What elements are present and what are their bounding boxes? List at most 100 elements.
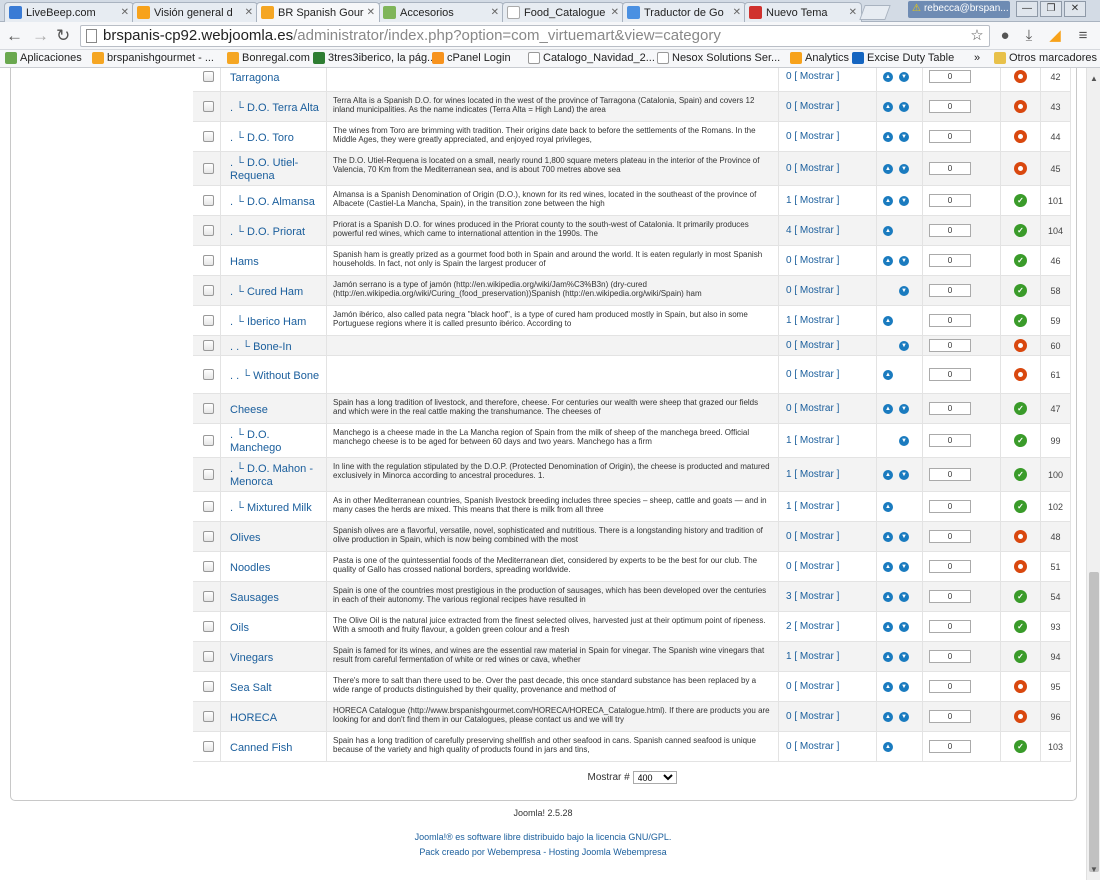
unpublished-icon[interactable] (1014, 530, 1027, 543)
browser-tab[interactable]: Food_Catalogue ✕ (502, 2, 624, 22)
tab-close-icon[interactable]: ✕ (121, 7, 129, 18)
ordering-input[interactable]: 0 (929, 402, 971, 415)
ordering-input[interactable]: 0 (929, 314, 971, 327)
move-down-icon[interactable]: ▼ (899, 712, 909, 722)
move-up-icon[interactable]: ▲ (883, 132, 893, 142)
show-products-link[interactable]: [ Mostrar ] (794, 285, 839, 296)
move-down-icon[interactable]: ▼ (899, 470, 909, 480)
published-check-icon[interactable]: ✓ (1014, 590, 1027, 603)
row-checkbox[interactable] (203, 501, 214, 512)
license-link[interactable]: Joomla!® es software libre distribuido b… (0, 832, 1086, 842)
unpublished-icon[interactable] (1014, 710, 1027, 723)
show-products-link[interactable]: [ Mostrar ] (794, 131, 839, 142)
move-up-icon[interactable]: ▲ (883, 622, 893, 632)
unpublished-icon[interactable] (1014, 368, 1027, 381)
row-checkbox[interactable] (203, 255, 214, 266)
published-check-icon[interactable]: ✓ (1014, 314, 1027, 327)
show-products-link[interactable]: [ Mostrar ] (794, 163, 839, 174)
row-checkbox[interactable] (203, 315, 214, 326)
show-products-link[interactable]: [ Mostrar ] (794, 591, 839, 602)
category-name-link[interactable]: Sausages (230, 592, 279, 605)
browser-tab[interactable]: LiveBeep.com ✕ (4, 2, 134, 22)
move-up-icon[interactable]: ▲ (883, 502, 893, 512)
browser-tab[interactable]: Nuevo Tema ✕ (744, 2, 862, 22)
category-name-link[interactable]: . └ D.O. Mahon - Menorca (230, 463, 322, 489)
move-down-icon[interactable]: ▼ (899, 622, 909, 632)
show-products-link[interactable]: [ Mostrar ] (794, 561, 839, 572)
category-name-link[interactable]: Tarragona (230, 72, 280, 85)
profile-badge[interactable]: ⚠ rebecca@brspan... (908, 1, 1010, 18)
category-name-link[interactable]: . └ D.O. Utiel-Requena (230, 157, 322, 183)
show-products-link[interactable]: [ Mostrar ] (794, 71, 839, 82)
show-products-link[interactable]: [ Mostrar ] (794, 711, 839, 722)
move-up-icon[interactable]: ▲ (883, 404, 893, 414)
close-window-icon[interactable]: ✕ (1064, 1, 1086, 17)
new-tab-button[interactable] (859, 5, 891, 20)
show-products-link[interactable]: [ Mostrar ] (794, 435, 839, 446)
minimize-icon[interactable]: — (1016, 1, 1038, 17)
category-name-link[interactable]: . └ Cured Ham (230, 286, 303, 299)
unpublished-icon[interactable] (1014, 70, 1027, 83)
unpublished-icon[interactable] (1014, 339, 1027, 352)
show-products-link[interactable]: [ Mostrar ] (794, 255, 839, 266)
published-check-icon[interactable]: ✓ (1014, 194, 1027, 207)
show-products-link[interactable]: [ Mostrar ] (794, 681, 839, 692)
move-up-icon[interactable]: ▲ (883, 256, 893, 266)
row-checkbox[interactable] (203, 195, 214, 206)
ordering-input[interactable]: 0 (929, 224, 971, 237)
bookmark-item[interactable]: Otros marcadores (994, 52, 1097, 64)
bookmark-item[interactable]: cPanel Login (432, 52, 511, 64)
unpublished-icon[interactable] (1014, 100, 1027, 113)
row-checkbox[interactable] (203, 469, 214, 480)
bookmark-item[interactable]: Bonregal.com (227, 52, 310, 64)
move-down-icon[interactable]: ▼ (899, 286, 909, 296)
maximize-icon[interactable]: ❐ (1040, 1, 1062, 17)
move-up-icon[interactable]: ▲ (883, 592, 893, 602)
show-products-link[interactable]: [ Mostrar ] (794, 469, 839, 480)
category-name-link[interactable]: Vinegars (230, 652, 273, 665)
bookmark-item[interactable]: Excise Duty Table (852, 52, 954, 64)
move-down-icon[interactable]: ▼ (899, 682, 909, 692)
published-check-icon[interactable]: ✓ (1014, 434, 1027, 447)
ordering-input[interactable]: 0 (929, 468, 971, 481)
ordering-input[interactable]: 0 (929, 368, 971, 381)
row-checkbox[interactable] (203, 131, 214, 142)
row-checkbox[interactable] (203, 591, 214, 602)
show-products-link[interactable]: [ Mostrar ] (794, 621, 839, 632)
reload-icon[interactable]: ↻ (56, 27, 70, 45)
show-products-link[interactable]: [ Mostrar ] (794, 315, 839, 326)
published-check-icon[interactable]: ✓ (1014, 254, 1027, 267)
category-name-link[interactable]: Canned Fish (230, 742, 292, 755)
row-checkbox[interactable] (203, 741, 214, 752)
ordering-input[interactable]: 0 (929, 162, 971, 175)
ordering-input[interactable]: 0 (929, 284, 971, 297)
move-down-icon[interactable]: ▼ (899, 562, 909, 572)
tab-close-icon[interactable]: ✕ (733, 7, 741, 18)
row-checkbox[interactable] (203, 531, 214, 542)
published-check-icon[interactable]: ✓ (1014, 402, 1027, 415)
ordering-input[interactable]: 0 (929, 130, 971, 143)
category-name-link[interactable]: . └ D.O. Manchego (230, 429, 322, 455)
browser-tab[interactable]: Accesorios ✕ (378, 2, 504, 22)
row-checkbox[interactable] (203, 369, 214, 380)
category-name-link[interactable]: . └ D.O. Toro (230, 132, 294, 145)
published-check-icon[interactable]: ✓ (1014, 500, 1027, 513)
move-down-icon[interactable]: ▼ (899, 132, 909, 142)
vertical-scrollbar[interactable]: ▲ ▼ (1086, 68, 1100, 880)
browser-tab[interactable]: Visión general d ✕ (132, 2, 258, 22)
move-up-icon[interactable]: ▲ (883, 102, 893, 112)
bookmark-item[interactable]: Catalogo_Navidad_2... (528, 52, 655, 64)
published-check-icon[interactable]: ✓ (1014, 468, 1027, 481)
category-name-link[interactable]: Oils (230, 622, 249, 635)
category-name-link[interactable]: . . └ Bone-In (230, 341, 292, 354)
show-products-link[interactable]: [ Mostrar ] (794, 651, 839, 662)
show-products-link[interactable]: [ Mostrar ] (794, 741, 839, 752)
ordering-input[interactable]: 0 (929, 100, 971, 113)
star-icon[interactable]: ☆ (968, 27, 986, 45)
move-down-icon[interactable]: ▼ (899, 341, 909, 351)
category-name-link[interactable]: . └ D.O. Priorat (230, 226, 305, 239)
extension-icon[interactable]: ● (996, 27, 1014, 45)
category-name-link[interactable]: Hams (230, 256, 259, 269)
published-check-icon[interactable]: ✓ (1014, 650, 1027, 663)
analytics-extension-icon[interactable]: ◢ (1046, 27, 1064, 45)
